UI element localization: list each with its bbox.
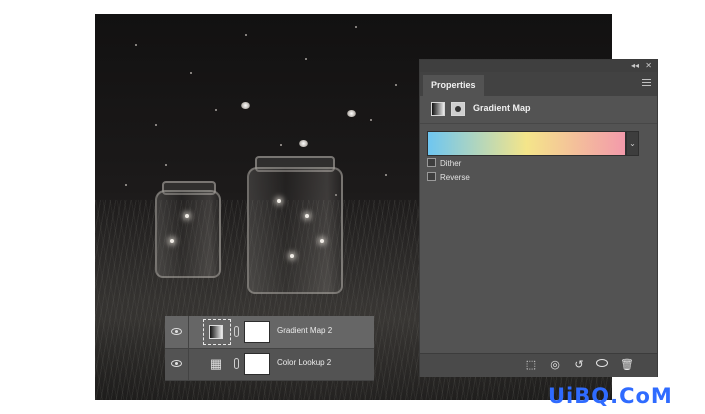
firefly-particle (395, 84, 397, 86)
gradient-map-icon (209, 325, 223, 339)
layer-mask-icon[interactable] (451, 102, 465, 116)
jar-firefly-glow (290, 254, 294, 258)
layer-row-color-lookup[interactable]: ▦ Color Lookup 2 (165, 348, 374, 381)
firefly-particle (280, 144, 282, 146)
properties-panel: ◂◂ ✕ Properties Gradient Map ⌄ Dither Re… (419, 59, 658, 377)
layer-visibility-toggle[interactable] (165, 316, 189, 348)
clip-to-layer-icon[interactable]: ⬚ (524, 359, 538, 372)
jar-firefly-glow (320, 239, 324, 243)
collapse-panel-icon[interactable]: ◂◂ (631, 60, 639, 72)
firefly (241, 102, 250, 109)
reverse-option[interactable]: Reverse (427, 172, 470, 184)
eye-icon (171, 328, 182, 335)
dither-checkbox[interactable] (427, 158, 436, 168)
reverse-label: Reverse (440, 173, 470, 182)
chevron-down-icon: ⌄ (629, 139, 636, 148)
dither-label: Dither (440, 159, 462, 168)
gradient-dropdown-button[interactable]: ⌄ (626, 131, 639, 156)
panel-footer: ⬚ ◎ ↺ 🗑 (420, 353, 657, 377)
gradient-map-icon[interactable] (431, 102, 445, 116)
close-panel-icon[interactable]: ✕ (645, 60, 652, 72)
jar-firefly-glow (185, 214, 189, 218)
eye-icon (171, 360, 182, 367)
layers-panel: Gradient Map 2 ▦ Color Lookup 2 (165, 316, 374, 381)
firefly-particle (135, 44, 137, 46)
layer-mask-thumbnail[interactable] (244, 353, 270, 375)
site-watermark: UiBQ.CoM (548, 384, 673, 408)
firefly-particle (385, 174, 387, 176)
layer-name[interactable]: Gradient Map 2 (277, 326, 332, 335)
firefly-particle (245, 34, 247, 36)
reverse-checkbox[interactable] (427, 172, 436, 182)
jar-firefly-glow (277, 199, 281, 203)
adjustment-header: Gradient Map (420, 96, 657, 124)
panel-menu-icon[interactable] (642, 79, 651, 88)
layer-name[interactable]: Color Lookup 2 (277, 358, 331, 367)
firefly-particle (215, 109, 217, 111)
panel-tabbar: Properties (420, 72, 657, 96)
firefly-particle (355, 26, 357, 28)
dither-option[interactable]: Dither (427, 158, 461, 170)
jar-firefly-glow (305, 214, 309, 218)
color-lookup-grid-icon: ▦ (209, 356, 223, 371)
layer-mask-thumbnail[interactable] (244, 321, 270, 343)
jar-firefly-glow (170, 239, 174, 243)
view-previous-state-icon[interactable]: ◎ (548, 359, 562, 372)
firefly-particle (155, 124, 157, 126)
firefly-particle (165, 164, 167, 166)
gradient-preview[interactable] (427, 131, 626, 156)
link-icon[interactable] (234, 326, 239, 337)
large-jar (247, 167, 343, 294)
panel-topbar: ◂◂ ✕ (420, 60, 657, 72)
small-jar (155, 190, 221, 278)
trash-icon[interactable]: 🗑 (620, 359, 634, 372)
firefly-particle (370, 119, 372, 121)
firefly (299, 140, 308, 147)
firefly-particle (190, 72, 192, 74)
reset-icon[interactable]: ↺ (572, 359, 586, 372)
layer-row-gradient-map[interactable]: Gradient Map 2 (165, 316, 374, 349)
tab-properties[interactable]: Properties (423, 75, 484, 96)
adjustment-title: Gradient Map (473, 103, 531, 113)
link-icon[interactable] (234, 358, 239, 369)
firefly (347, 110, 356, 117)
firefly-particle (125, 184, 127, 186)
visibility-icon[interactable] (595, 359, 609, 372)
firefly-particle (305, 58, 307, 60)
layer-visibility-toggle[interactable] (165, 348, 189, 380)
